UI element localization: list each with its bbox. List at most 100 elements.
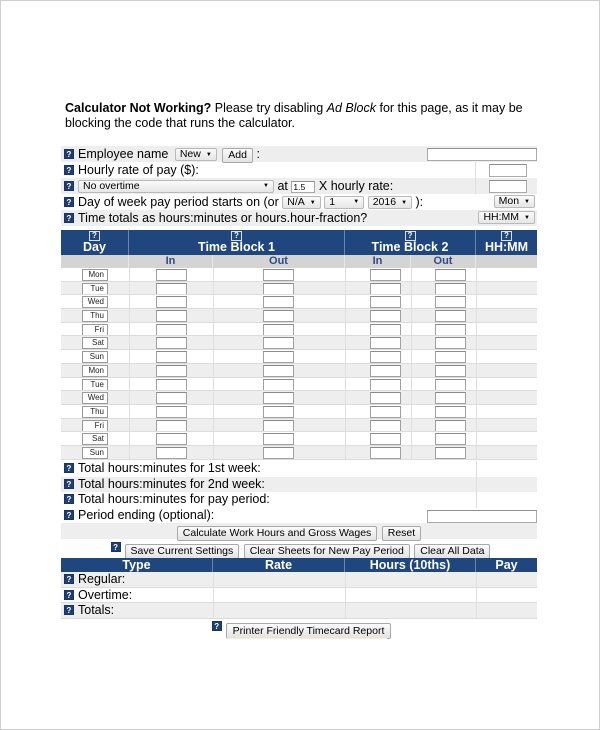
time-in-1-input[interactable] — [156, 351, 187, 364]
time-out-1-input[interactable] — [263, 419, 294, 432]
column-divider — [129, 268, 130, 282]
help-icon[interactable]: ? — [64, 149, 74, 159]
help-icon[interactable]: ? — [110, 542, 121, 552]
time-in-1-input[interactable] — [156, 392, 187, 405]
help-icon[interactable]: ? — [64, 589, 74, 600]
column-divider — [476, 363, 477, 378]
time-out-1-input[interactable] — [263, 269, 294, 281]
time-in-2-input[interactable] — [370, 337, 401, 350]
time-out-2-input[interactable] — [435, 337, 466, 350]
overtime-select[interactable]: No overtime ▼ — [78, 180, 274, 193]
time-in-1-input[interactable] — [156, 364, 187, 377]
time-out-1-input[interactable] — [263, 323, 294, 336]
reset-button[interactable]: Reset — [381, 526, 422, 541]
time-in-2-input[interactable] — [370, 323, 401, 336]
time-out-1-input[interactable] — [263, 405, 294, 418]
time-out-1-input[interactable] — [263, 310, 294, 323]
help-icon[interactable]: ? — [64, 605, 74, 615]
start-year-select[interactable]: 2016 ▼ — [367, 196, 413, 209]
time-in-2-input[interactable] — [370, 269, 401, 281]
time-out-2-input[interactable] — [435, 323, 466, 336]
time-in-2-input[interactable] — [370, 446, 401, 459]
header-hhmm: ? HH:MM — [484, 231, 529, 254]
time-out-2-input[interactable] — [435, 310, 466, 323]
time-in-1-input[interactable] — [156, 269, 187, 281]
employee-name-input[interactable] — [427, 148, 537, 161]
time-out-2-input[interactable] — [435, 405, 466, 418]
period-ending-input[interactable] — [427, 509, 537, 523]
time-in-2-input[interactable] — [370, 419, 401, 432]
day-label: Mon — [82, 364, 108, 377]
time-in-1-input[interactable] — [156, 405, 187, 418]
time-in-1-input[interactable] — [156, 337, 187, 350]
time-in-1-input[interactable] — [156, 446, 187, 459]
time-in-2-input[interactable] — [370, 364, 401, 377]
time-out-1-input[interactable] — [263, 282, 294, 295]
printer-friendly-report-button[interactable]: Printer Friendly Timecard Report — [225, 623, 392, 639]
time-in-2-input[interactable] — [370, 296, 401, 309]
time-in-2-input[interactable] — [370, 405, 401, 418]
time-in-2-input[interactable] — [370, 378, 401, 391]
help-icon[interactable]: ? — [211, 621, 222, 631]
time-in-1-input[interactable] — [156, 296, 187, 309]
overtime-rate-input[interactable] — [489, 180, 527, 193]
column-divider — [129, 322, 130, 337]
time-out-1-input[interactable] — [263, 446, 294, 459]
help-icon[interactable]: ? — [64, 165, 74, 175]
hourly-rate-input[interactable] — [489, 164, 527, 177]
time-out-1-input[interactable] — [263, 433, 294, 446]
time-in-1-input[interactable] — [156, 323, 187, 336]
time-out-2-input[interactable] — [435, 433, 466, 446]
clear-sheets-button[interactable]: Clear Sheets for New Pay Period — [243, 544, 410, 559]
time-in-1-input[interactable] — [156, 378, 187, 391]
time-out-1-input[interactable] — [263, 392, 294, 405]
time-in-2-input[interactable] — [370, 282, 401, 295]
help-icon[interactable]: ? — [64, 197, 74, 207]
save-settings-button[interactable]: Save Current Settings — [124, 544, 240, 559]
calculate-button[interactable]: Calculate Work Hours and Gross Wages — [176, 526, 378, 541]
column-divider — [476, 350, 477, 364]
help-icon[interactable]: ? — [64, 574, 74, 584]
clear-all-button[interactable]: Clear All Data — [414, 544, 491, 559]
time-in-1-input[interactable] — [156, 310, 187, 323]
start-day-select[interactable]: 1 ▼ — [324, 196, 365, 209]
time-out-2-input[interactable] — [435, 378, 466, 391]
chevron-down-icon: ▼ — [353, 199, 360, 205]
time-out-2-input[interactable] — [435, 296, 466, 309]
time-format-select[interactable]: HH:MM ▼ — [478, 211, 535, 224]
time-out-2-input[interactable] — [435, 269, 466, 281]
help-icon[interactable]: ? — [64, 478, 74, 489]
time-out-1-input[interactable] — [263, 351, 294, 364]
help-icon[interactable]: ? — [64, 181, 74, 191]
help-icon[interactable]: ? — [64, 213, 74, 223]
time-out-2-input[interactable] — [435, 364, 466, 377]
column-divider — [213, 336, 214, 351]
time-in-2-input[interactable] — [370, 351, 401, 364]
time-out-1-input[interactable] — [263, 378, 294, 391]
help-icon[interactable]: ? — [64, 494, 74, 504]
time-out-2-input[interactable] — [435, 446, 466, 459]
start-month-select[interactable]: N/A ▼ — [282, 196, 321, 209]
time-out-2-input[interactable] — [435, 392, 466, 405]
time-out-1-input[interactable] — [263, 296, 294, 309]
time-out-1-input[interactable] — [263, 364, 294, 377]
column-divider — [345, 418, 346, 433]
help-icon[interactable]: ? — [64, 463, 74, 473]
help-icon[interactable]: ? — [64, 509, 74, 520]
day-row: Wed — [61, 295, 537, 310]
employee-select[interactable]: New ▼ — [174, 148, 217, 161]
time-out-2-input[interactable] — [435, 419, 466, 432]
time-in-1-input[interactable] — [156, 282, 187, 295]
time-in-2-input[interactable] — [370, 392, 401, 405]
overtime-multiplier-input[interactable]: 1.5 — [291, 180, 316, 193]
column-divider — [345, 281, 346, 296]
time-out-1-input[interactable] — [263, 337, 294, 350]
time-out-2-input[interactable] — [435, 282, 466, 295]
time-in-2-input[interactable] — [370, 310, 401, 323]
time-in-1-input[interactable] — [156, 419, 187, 432]
time-out-2-input[interactable] — [435, 351, 466, 364]
add-employee-button[interactable]: Add — [222, 148, 253, 163]
weekday-select[interactable]: Mon ▼ — [493, 195, 535, 208]
time-in-1-input[interactable] — [156, 433, 187, 446]
time-in-2-input[interactable] — [370, 433, 401, 446]
